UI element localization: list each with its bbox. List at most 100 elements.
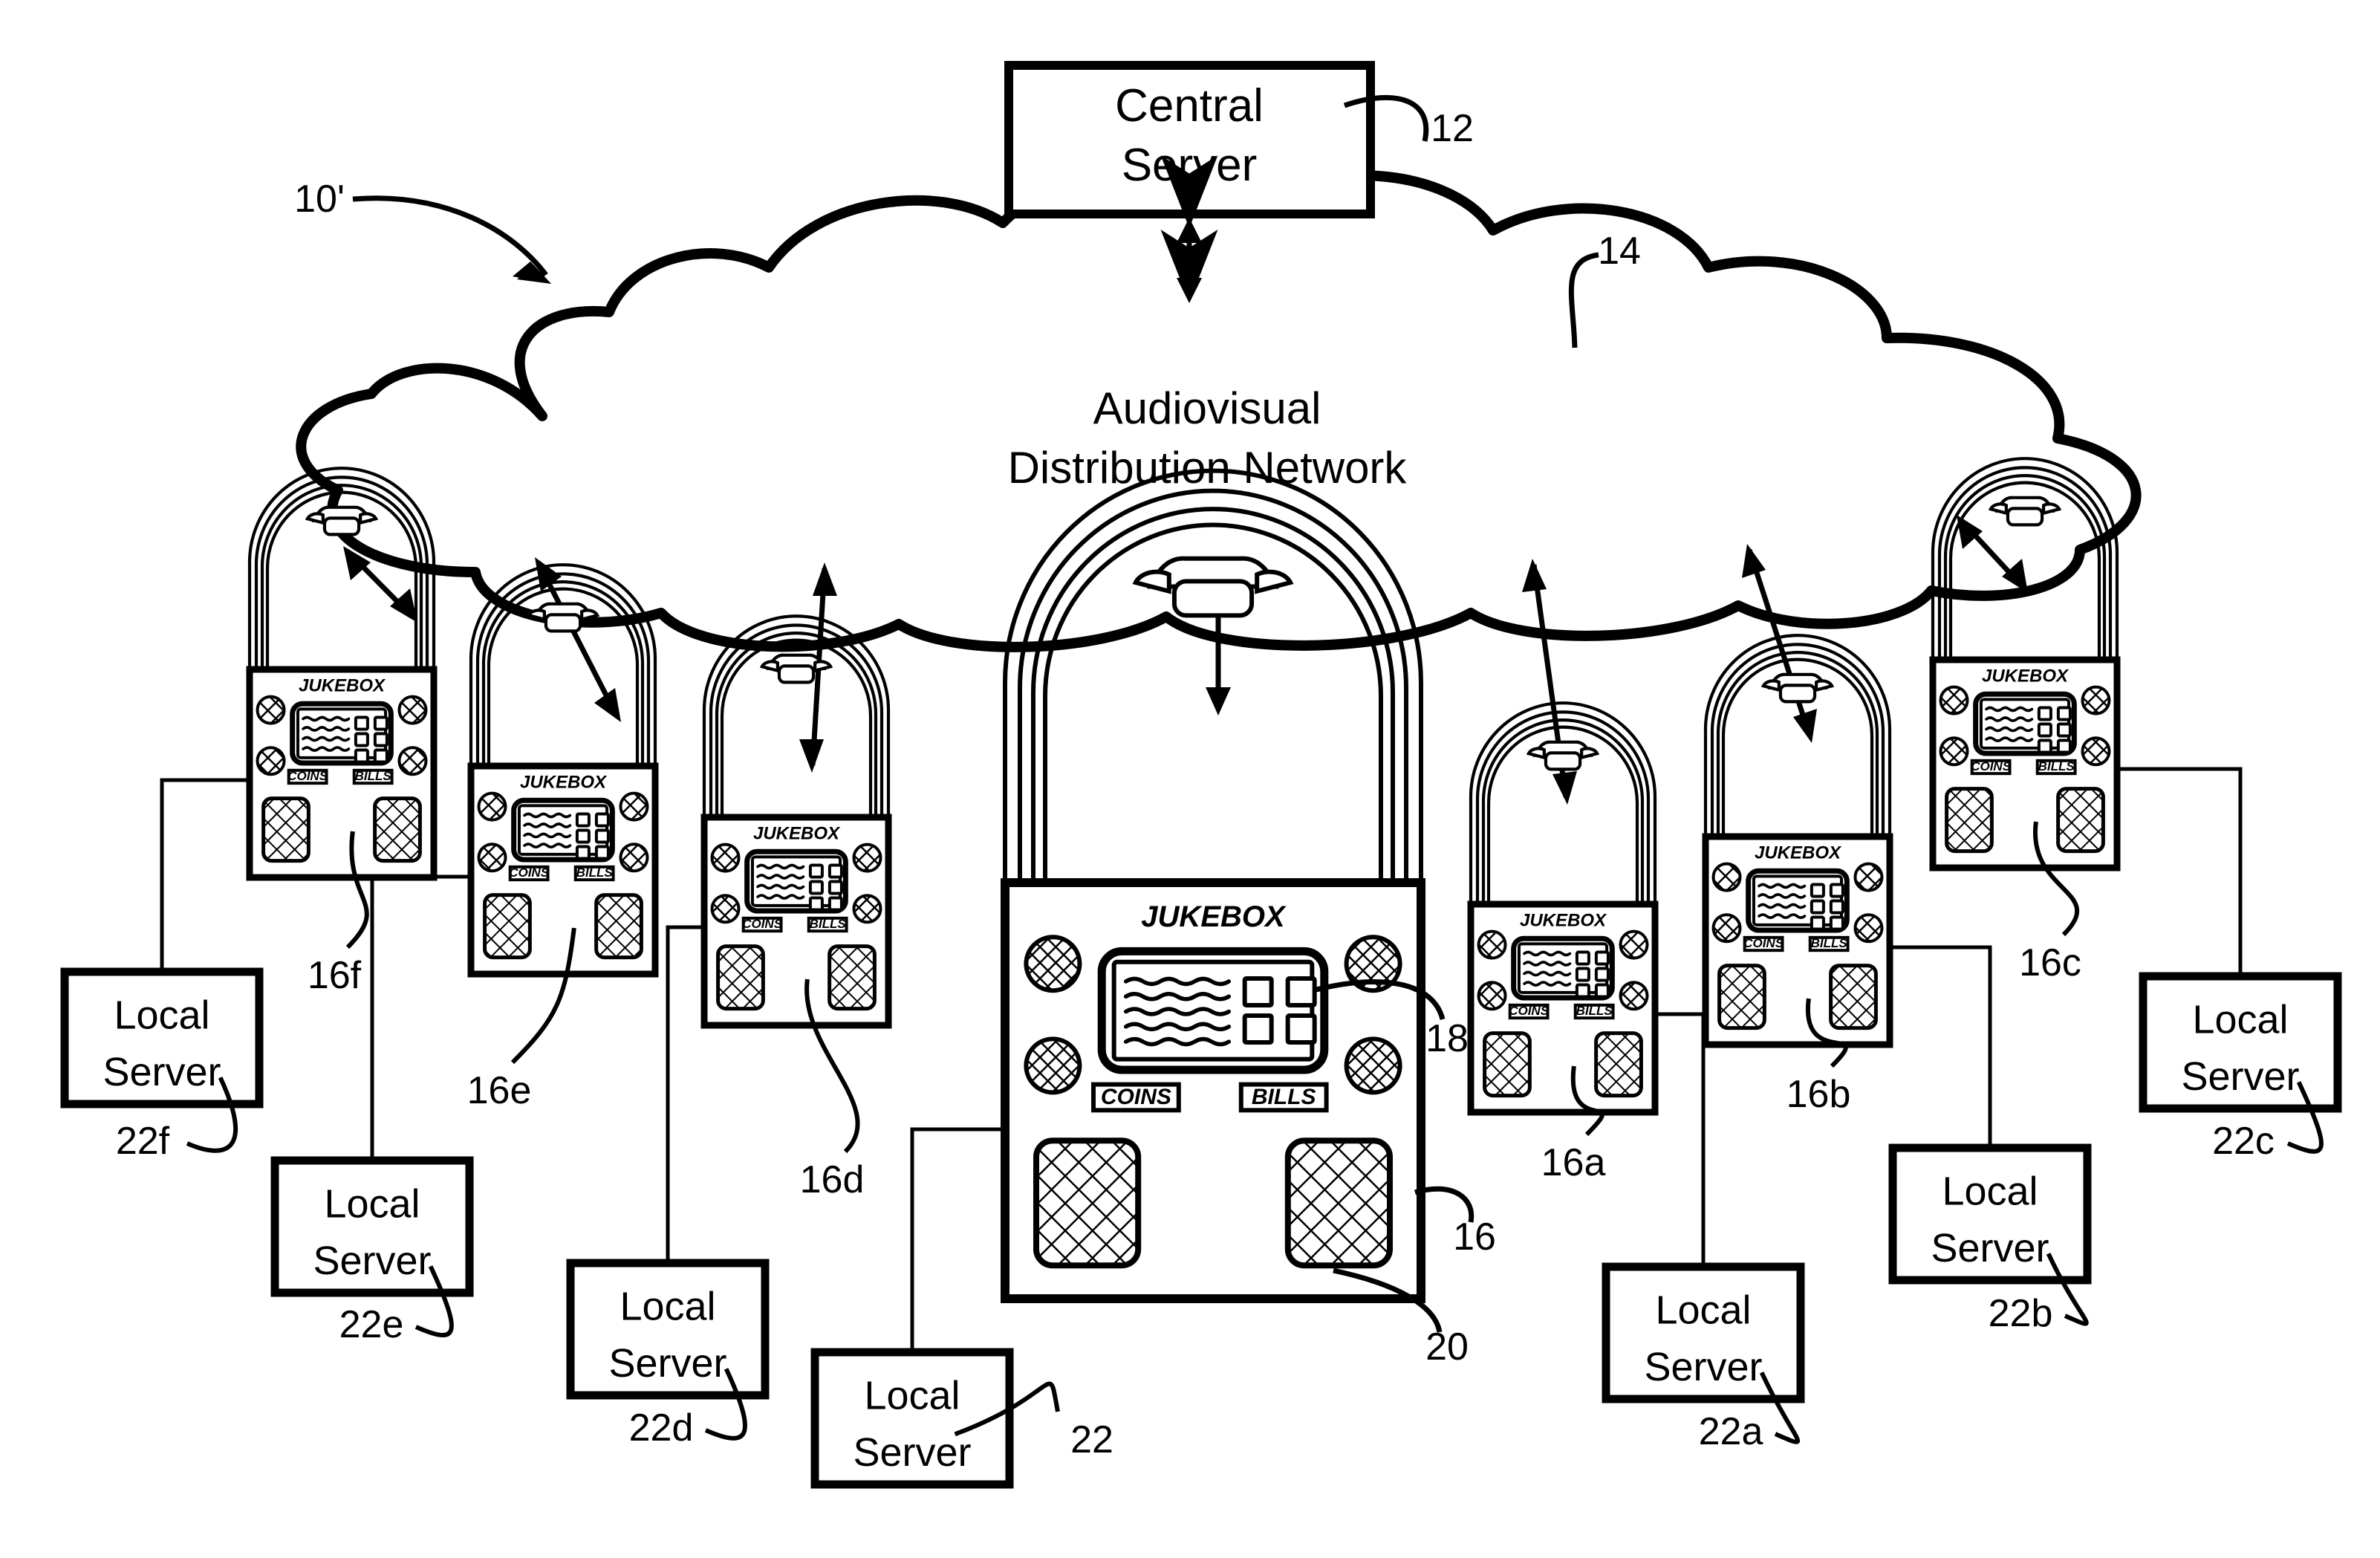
jukebox-16f[interactable]: JUKEBOX COINS BILLS — [246, 467, 438, 881]
jukebox-coins-label: COINS — [742, 917, 783, 931]
jukebox-display-button-icon — [1829, 883, 1844, 898]
local-server-22d[interactable]: Local Server — [566, 1259, 770, 1400]
jukebox-crown-lobe-left — [1760, 679, 1781, 692]
jukebox-display-button-icon — [828, 880, 843, 895]
jukebox-bolt-icon — [852, 843, 882, 873]
ref-14: 14 — [1598, 230, 1641, 273]
jukebox-display-textline — [1758, 883, 1807, 889]
jukebox-display-button-icon — [808, 896, 824, 912]
jukebox-bolt-icon — [1477, 981, 1507, 1011]
jukebox-display-button-icon — [2056, 739, 2072, 754]
jukebox-title: JUKEBOX — [1755, 843, 1842, 863]
jukebox-display-button-icon — [354, 748, 369, 764]
ref-16d: 16d — [800, 1158, 865, 1201]
jukebox-bolt-icon — [852, 894, 882, 924]
jukebox-handle — [1544, 751, 1582, 771]
jukebox-16a[interactable]: JUKEBOX COINS BILLS — [1467, 701, 1659, 1116]
jukebox-display-button-icon — [2037, 739, 2052, 754]
jukebox-title: JUKEBOX — [753, 823, 841, 843]
local-server-label-line1: Local — [114, 993, 209, 1038]
jukebox-display-button-icon — [1575, 983, 1590, 999]
jukebox-display-textline — [756, 883, 805, 890]
jukebox-bolt-icon — [619, 791, 649, 822]
jukebox-handle — [1778, 684, 1817, 704]
jukebox-display-button-icon — [594, 845, 610, 860]
jukebox-handle — [1171, 579, 1255, 618]
local-server-label-line2: Server — [103, 1050, 221, 1094]
jukebox-display-button-icon — [594, 812, 610, 828]
jukebox-speaker-grille — [594, 893, 643, 960]
jukebox-display-button-icon — [2037, 706, 2052, 721]
jukebox-display-textline — [756, 863, 805, 870]
jukebox-bills-label: BILLS — [355, 769, 392, 783]
jukebox-bolt-icon — [1619, 981, 1649, 1011]
jukebox-display-button-icon — [2056, 722, 2072, 738]
local-server-22a[interactable]: Local Server — [1602, 1262, 1805, 1403]
local-server-label-line1: Local — [2192, 998, 2288, 1042]
ref-16a: 16a — [1541, 1141, 1606, 1184]
ref-10-prime: 10' — [294, 178, 345, 221]
jukebox-speaker-grille — [1717, 964, 1766, 1030]
jukebox-16c[interactable]: JUKEBOX COINS BILLS — [1929, 457, 2121, 871]
ref-22e: 22e — [339, 1303, 404, 1346]
ref-22c: 22c — [2212, 1120, 2275, 1163]
jukebox-bills-label: BILLS — [576, 866, 614, 880]
jukebox-handle — [777, 664, 816, 684]
jukebox-display-button-icon — [1575, 967, 1590, 982]
jukebox-display-button-icon — [2037, 722, 2052, 738]
jukebox-display-textline — [1985, 716, 2034, 722]
jukebox-speaker-grille — [1483, 1031, 1532, 1098]
jukebox-bolt-icon — [1477, 929, 1507, 960]
jukebox-display-button-icon — [1575, 950, 1590, 966]
local-server-22b[interactable]: Local Server — [1888, 1143, 2092, 1285]
ref-16e: 16e — [467, 1069, 532, 1112]
jukebox-display-textline — [1758, 913, 1807, 919]
local-server-22f[interactable]: Local Server — [60, 967, 264, 1109]
jukebox-display-button-icon — [1285, 1013, 1317, 1045]
jukebox-display-button-icon — [1242, 1013, 1274, 1045]
jukebox-dome-arc — [1703, 634, 1892, 837]
ref-16: 16 — [1453, 1215, 1496, 1259]
ref-22a: 22a — [1699, 1410, 1763, 1453]
jukebox-display-button-icon — [354, 732, 369, 747]
ref-20: 20 — [1425, 1325, 1469, 1369]
jukebox-16b[interactable]: JUKEBOX COINS BILLS — [1702, 634, 1893, 1048]
jukebox-16e[interactable]: JUKEBOX COINS BILLS — [467, 563, 659, 978]
jukebox-bolt-icon — [256, 746, 286, 776]
jukebox-speaker-grille — [828, 944, 877, 1011]
ref-22b: 22b — [1989, 1292, 2053, 1335]
jukebox-bolt-icon — [710, 843, 741, 873]
wire-16f-22f — [160, 778, 250, 972]
jukebox-bills-label: BILLS — [1811, 936, 1848, 950]
local-server-label-line2: Server — [313, 1239, 431, 1283]
jukebox-display-button-icon — [1810, 915, 1825, 931]
jukebox-display-button-icon — [1285, 976, 1317, 1008]
jukebox-display-button-icon — [1594, 983, 1610, 999]
jukebox-speaker-grille — [1594, 1031, 1643, 1098]
jukebox-bolt-icon — [1939, 736, 1969, 767]
jukebox-speaker-grille — [1284, 1137, 1394, 1269]
jukebox-bolt-icon — [1619, 929, 1649, 960]
local-server-22[interactable]: Local Server — [810, 1348, 1014, 1489]
jukebox-bolt-icon — [1939, 685, 1969, 715]
jukebox-bolt-icon — [2081, 685, 2111, 715]
jukebox-speaker-grille — [1033, 1137, 1142, 1269]
jukebox-display-textline — [1985, 726, 2034, 733]
jukebox-bills-label: BILLS — [2038, 759, 2075, 773]
jukebox-bolt-icon — [1853, 862, 1884, 892]
local-server-label-line2: Server — [1931, 1226, 2049, 1270]
local-server-label-line1: Local — [324, 1182, 420, 1227]
jukebox-display-button-icon — [1829, 915, 1844, 931]
ref-16f: 16f — [308, 954, 362, 997]
local-server-label-line1: Local — [620, 1285, 715, 1329]
local-server-22e[interactable]: Local Server — [270, 1156, 474, 1297]
jukebox-display-textline — [523, 843, 572, 848]
jukebox-bills-label: BILLS — [1252, 1085, 1316, 1109]
jukebox-coins-label: COINS — [1101, 1085, 1171, 1109]
central-server-label-line1: Central — [1115, 80, 1264, 132]
jukebox-16d[interactable]: JUKEBOX COINS BILLS — [700, 614, 892, 1029]
jukebox-coins-label: COINS — [287, 769, 328, 783]
local-server-label-line1: Local — [1942, 1169, 2038, 1214]
local-server-22c[interactable]: Local Server — [2139, 972, 2342, 1113]
jukebox-display-textline — [756, 874, 805, 880]
